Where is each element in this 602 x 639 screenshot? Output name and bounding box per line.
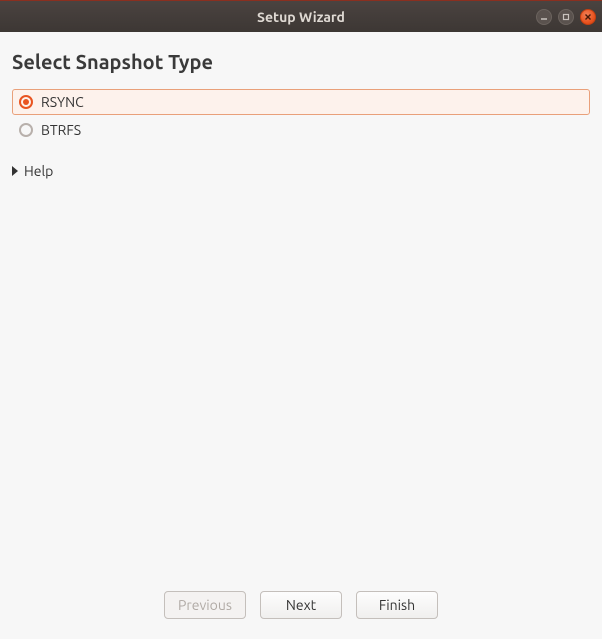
chevron-right-icon xyxy=(12,166,18,176)
help-label: Help xyxy=(24,163,53,179)
minimize-icon xyxy=(540,13,548,21)
window-controls xyxy=(536,9,596,25)
titlebar: Setup Wizard xyxy=(0,0,602,32)
next-button[interactable]: Next xyxy=(260,591,342,619)
radio-label: BTRFS xyxy=(41,122,81,138)
button-label: Finish xyxy=(379,597,415,613)
spacer xyxy=(12,181,590,583)
content-area: Select Snapshot Type RSYNC BTRFS Help Pr… xyxy=(0,32,602,639)
radio-option-rsync[interactable]: RSYNC xyxy=(12,89,590,115)
help-expander[interactable]: Help xyxy=(12,161,590,181)
window-title: Setup Wizard xyxy=(257,9,345,25)
finish-button[interactable]: Finish xyxy=(356,591,438,619)
button-label: Previous xyxy=(178,597,232,613)
close-button[interactable] xyxy=(580,9,596,25)
close-icon xyxy=(584,13,592,21)
button-label: Next xyxy=(286,597,316,613)
radio-icon xyxy=(19,123,33,137)
radio-label: RSYNC xyxy=(41,94,84,110)
radio-dot-icon xyxy=(23,99,29,105)
footer-buttons: Previous Next Finish xyxy=(12,583,590,631)
previous-button: Previous xyxy=(164,591,246,619)
page-title: Select Snapshot Type xyxy=(12,50,590,73)
maximize-button[interactable] xyxy=(558,9,574,25)
radio-option-btrfs[interactable]: BTRFS xyxy=(12,117,590,143)
minimize-button[interactable] xyxy=(536,9,552,25)
radio-icon xyxy=(19,95,33,109)
snapshot-type-group: RSYNC BTRFS xyxy=(12,89,590,143)
maximize-icon xyxy=(562,13,570,21)
